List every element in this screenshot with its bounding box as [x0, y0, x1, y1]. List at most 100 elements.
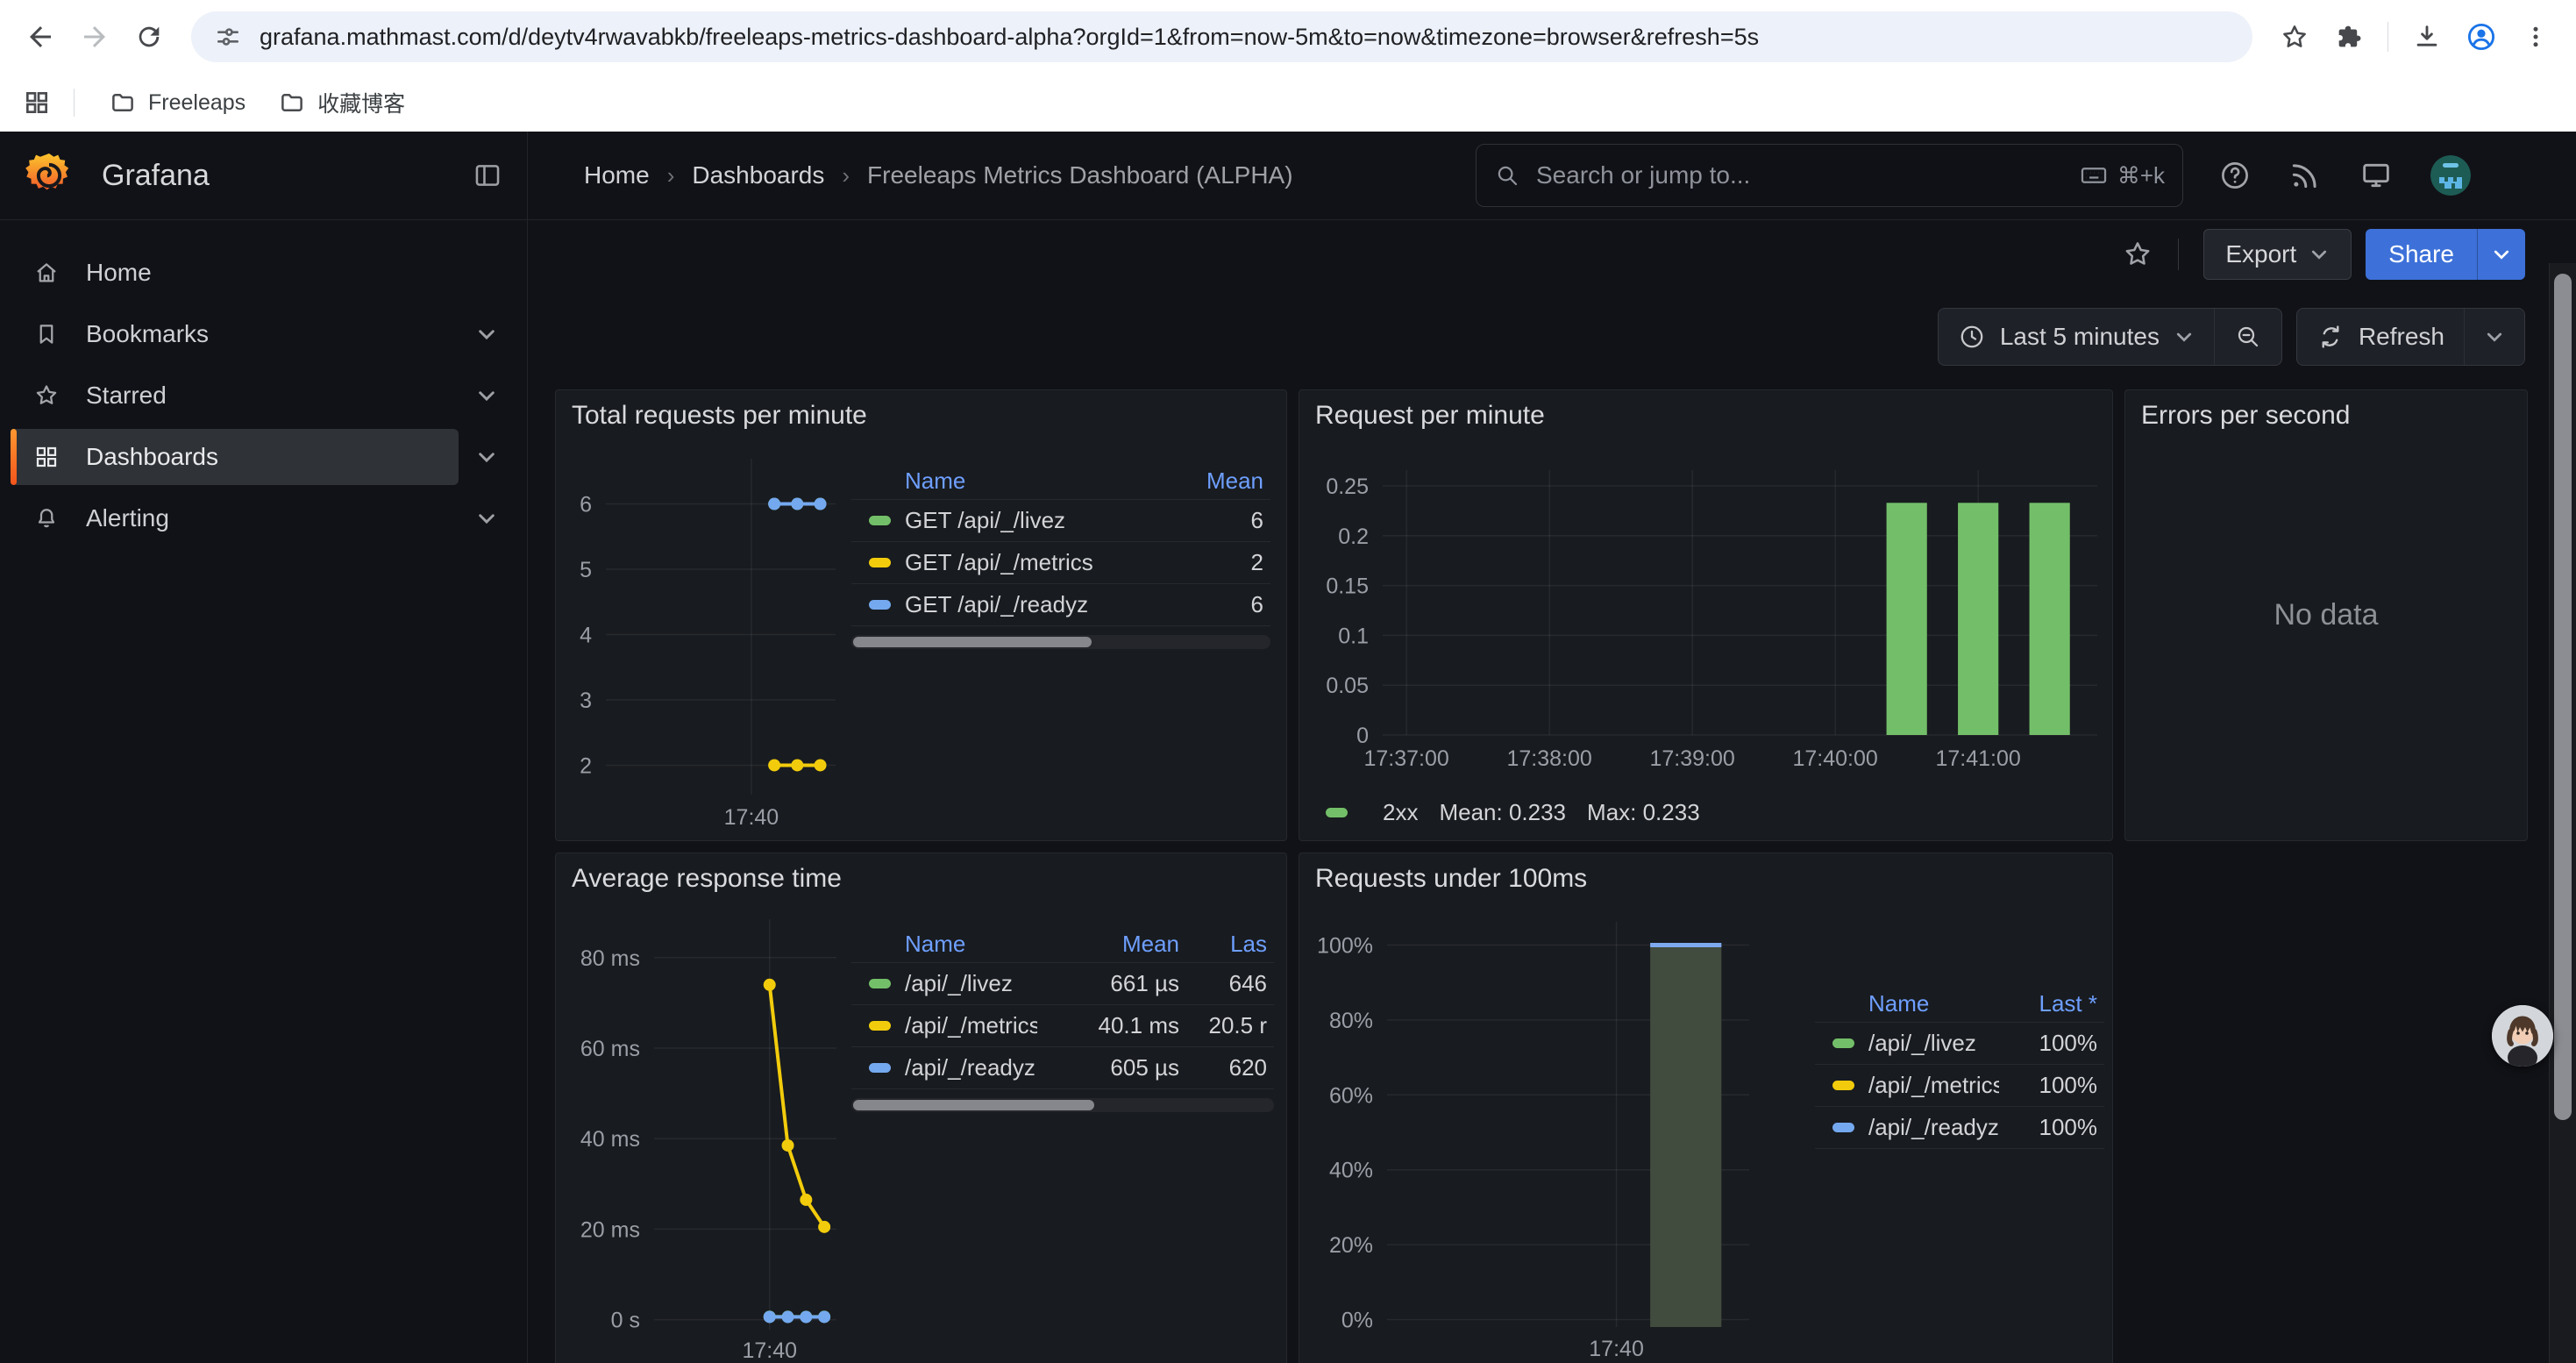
refresh-button[interactable]: Refresh: [2297, 309, 2464, 365]
url-input[interactable]: [258, 23, 2230, 52]
expand-dashboards-icon[interactable]: [459, 429, 515, 485]
page-scrollbar[interactable]: [2549, 263, 2576, 1363]
svg-text:60 ms: 60 ms: [580, 1037, 640, 1061]
news-rss-icon[interactable]: [2288, 159, 2322, 192]
breadcrumb-separator: ›: [842, 162, 850, 189]
legend-row[interactable]: /api/_/metrics40.1 ms20.5 r: [851, 1005, 1274, 1047]
panel-title[interactable]: Errors per second: [2141, 401, 2350, 431]
legend-inline[interactable]: 2xx Mean: 0.233 Max: 0.233: [1326, 799, 1700, 826]
bookmark-icon: [33, 321, 60, 347]
search-box[interactable]: ⌘+k: [1476, 144, 2183, 207]
expand-bookmarks-icon[interactable]: [459, 306, 515, 362]
sidebar-item-alerting[interactable]: Alerting: [11, 490, 459, 546]
assistant-avatar[interactable]: [2492, 1005, 2553, 1067]
panel-errors-per-second[interactable]: Errors per second No data: [2124, 389, 2528, 841]
series-color-pill: [1832, 1123, 1854, 1132]
legend-row[interactable]: /api/_/readyz100%: [1815, 1107, 2104, 1149]
bookmark-folder-label: Freeleaps: [148, 90, 246, 116]
svg-text:17:38:00: 17:38:00: [1507, 746, 1592, 771]
time-controls: Last 5 minutes Refresh: [1938, 308, 2525, 366]
breadcrumb-dashboards[interactable]: Dashboards: [692, 161, 824, 189]
address-bar[interactable]: [191, 11, 2252, 62]
site-settings-icon[interactable]: [214, 23, 242, 51]
refresh-interval-dropdown[interactable]: [2464, 309, 2524, 365]
expand-alerting-icon[interactable]: [459, 490, 515, 546]
export-button[interactable]: Export: [2203, 229, 2352, 280]
sidebar-item-bookmarks[interactable]: Bookmarks: [11, 306, 459, 362]
help-icon[interactable]: [2218, 159, 2252, 192]
legend-row[interactable]: GET /api/_/metrics2: [851, 542, 1270, 584]
legend-row[interactable]: /api/_/metrics100%: [1815, 1065, 2104, 1107]
scrollbar-thumb[interactable]: [2554, 274, 2572, 1120]
topnav-icons: [2218, 155, 2471, 196]
time-range-picker[interactable]: Last 5 minutes: [1939, 309, 2214, 365]
top-navigation: Home › Dashboards › Freeleaps Metrics Da…: [528, 132, 2576, 220]
bookmark-folder-label: 收藏博客: [317, 87, 405, 118]
expand-starred-icon[interactable]: [459, 368, 515, 424]
panel-average-response-time[interactable]: Average response time 80 ms60 ms40 ms20 …: [555, 853, 1287, 1363]
search-input[interactable]: [1534, 161, 2065, 190]
panel-request-per-minute[interactable]: Request per minute 0.250.20.150.10.05017…: [1299, 389, 2113, 841]
downloads-icon[interactable]: [2402, 12, 2451, 61]
keyboard-icon: [2079, 161, 2109, 190]
legend-row[interactable]: GET /api/_/livez6: [851, 500, 1270, 542]
legend-horizontal-scrollbar[interactable]: [851, 1098, 1274, 1112]
browser-toolbar: [0, 0, 2576, 74]
clock-icon: [1958, 323, 1986, 351]
svg-text:3: 3: [580, 689, 592, 713]
sidebar-item-home[interactable]: Home: [11, 245, 515, 301]
request-per-minute-chart[interactable]: 0.250.20.150.10.05017:37:0017:38:0017:39…: [1299, 390, 2112, 840]
back-icon[interactable]: [16, 12, 65, 61]
dashboard-canvas: Export Share Last 5 minutes: [528, 220, 2576, 1363]
legend-table: NameMeanGET /api/_/livez6GET /api/_/metr…: [851, 462, 1270, 649]
zoom-out-icon: [2234, 323, 2262, 351]
svg-text:80 ms: 80 ms: [580, 946, 640, 971]
panel-title[interactable]: Total requests per minute: [572, 401, 867, 431]
panel-title[interactable]: Average response time: [572, 864, 842, 894]
legend-header[interactable]: NameLast *: [1815, 985, 2104, 1023]
svg-text:6: 6: [580, 493, 592, 517]
share-button[interactable]: Share: [2366, 229, 2477, 280]
breadcrumb-home[interactable]: Home: [584, 161, 650, 189]
legend-row[interactable]: /api/_/livez100%: [1815, 1023, 2104, 1065]
bookmark-star-icon[interactable]: [2270, 12, 2319, 61]
legend-row[interactable]: GET /api/_/readyz6: [851, 584, 1270, 626]
series-color-pill: [869, 979, 891, 988]
menu-kebab-icon[interactable]: [2511, 12, 2560, 61]
extensions-icon[interactable]: [2324, 12, 2373, 61]
bookmark-folder-freeleaps[interactable]: Freeleaps: [97, 84, 258, 121]
svg-text:0.25: 0.25: [1326, 475, 1369, 499]
zoom-out-button[interactable]: [2214, 309, 2281, 365]
legend-header[interactable]: NameMeanLas: [851, 925, 1274, 963]
legend-horizontal-scrollbar[interactable]: [851, 635, 1270, 649]
panel-title[interactable]: Requests under 100ms: [1315, 864, 1587, 894]
favorite-star-icon[interactable]: [2122, 239, 2153, 270]
share-menu-chevron-icon[interactable]: [2477, 229, 2525, 280]
svg-text:20%: 20%: [1329, 1233, 1373, 1258]
user-avatar[interactable]: [2430, 155, 2471, 196]
grafana-logo-icon[interactable]: [25, 151, 74, 200]
profile-icon[interactable]: [2457, 12, 2506, 61]
legend-row[interactable]: /api/_/readyz605 µs620: [851, 1047, 1274, 1089]
apps-grid-icon[interactable]: [23, 89, 51, 117]
panel-title[interactable]: Request per minute: [1315, 401, 1545, 431]
panel-requests-under-100ms[interactable]: Requests under 100ms 100%80%60%40%20%0%1…: [1299, 853, 2113, 1363]
svg-text:60%: 60%: [1329, 1083, 1373, 1108]
chevron-down-icon: [2174, 326, 2195, 347]
legend-row[interactable]: /api/_/livez661 µs646: [851, 963, 1274, 1005]
main-area: Home › Dashboards › Freeleaps Metrics Da…: [528, 132, 2576, 1363]
sidebar-item-dashboards[interactable]: Dashboards: [11, 429, 459, 485]
series-name[interactable]: 2xx: [1383, 799, 1418, 826]
dock-sidebar-icon[interactable]: [473, 161, 502, 190]
bookmark-folder-blogs[interactable]: 收藏博客: [267, 82, 417, 124]
legend-header[interactable]: NameMean: [851, 462, 1270, 500]
reload-icon[interactable]: [125, 12, 174, 61]
grid-icon: [33, 444, 60, 470]
panel-total-requests[interactable]: Total requests per minute 6543217:40 Nam…: [555, 389, 1287, 841]
series-color-pill: [1326, 808, 1348, 817]
sidebar-item-starred[interactable]: Starred: [11, 368, 459, 424]
home-icon: [33, 260, 60, 286]
forward-icon[interactable]: [70, 12, 119, 61]
kiosk-monitor-icon[interactable]: [2359, 158, 2394, 193]
sidebar-nav: Home Bookmarks Starred: [0, 220, 527, 571]
